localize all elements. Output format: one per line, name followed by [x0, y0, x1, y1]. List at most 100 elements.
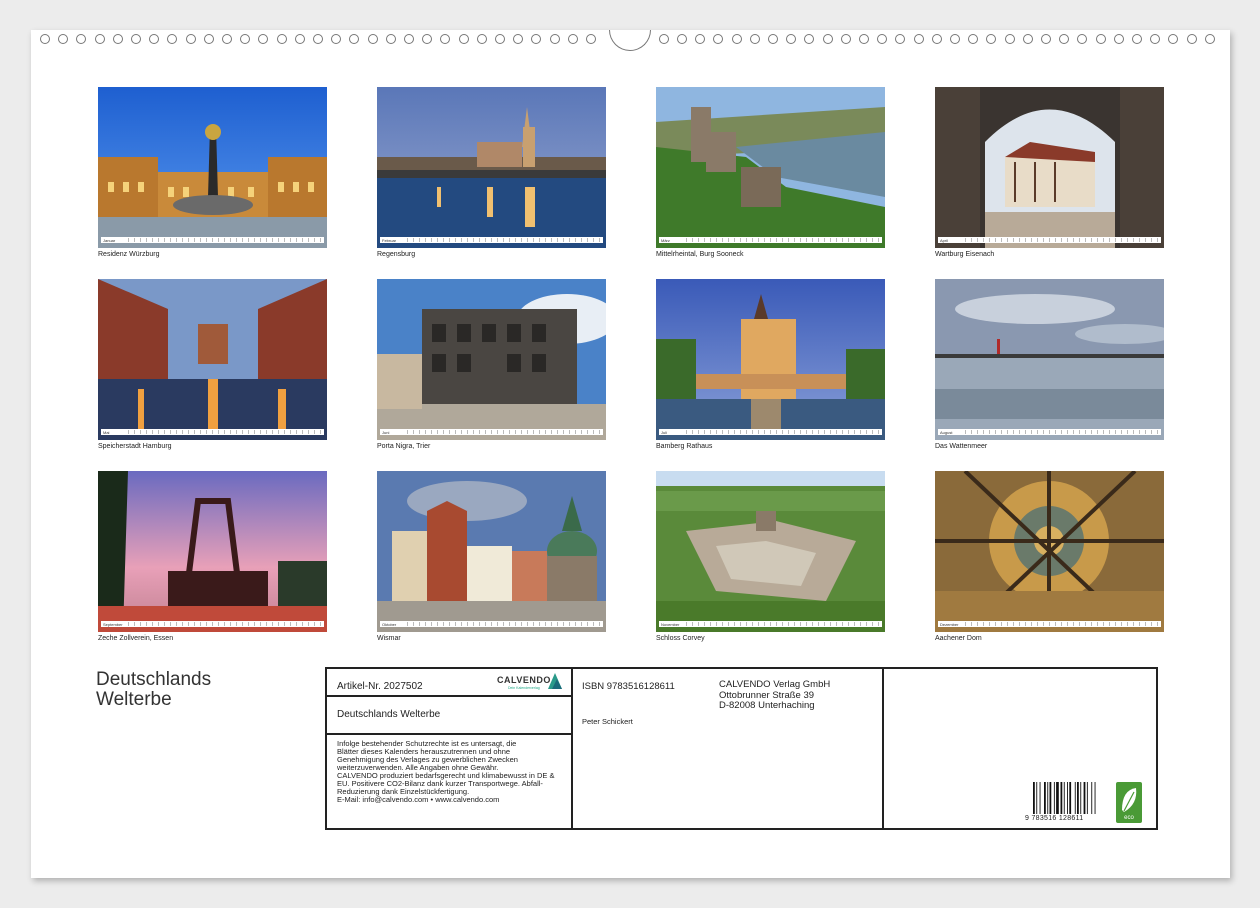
binding-hole [476, 34, 487, 44]
photo-schloss-corvey: November [656, 471, 885, 632]
binding-hole [276, 34, 287, 44]
photo-bamberg: Juli [656, 279, 885, 440]
barcode-bar [1080, 782, 1082, 814]
binding-hole [385, 34, 396, 44]
binding-hole [859, 34, 869, 44]
barcode-bar [1047, 782, 1049, 814]
porta-nigra-image [377, 279, 606, 440]
regensburg-image [377, 87, 606, 248]
binding-hole [203, 34, 214, 44]
photo-caption: Regensburg [377, 251, 416, 258]
binding-hole [513, 34, 524, 44]
binding-hole [531, 34, 542, 44]
binding-hole [331, 34, 342, 44]
aachener-dom-image [935, 471, 1164, 632]
binding-hole [749, 34, 760, 44]
binding-hole [313, 34, 323, 44]
barcode-bar [1044, 782, 1046, 814]
barcode-bar [1091, 782, 1093, 814]
binding-hole [185, 34, 196, 44]
calendar-strip: Oktober [380, 621, 603, 627]
wattenmeer-image [935, 279, 1164, 440]
barcode [1033, 782, 1096, 814]
divider [882, 669, 884, 828]
binding-hole [768, 34, 778, 44]
photo-caption: Mittelrheintal, Burg Sooneck [656, 251, 744, 258]
calendar-strip: April [938, 237, 1161, 243]
binding-hole [349, 34, 360, 44]
binding-hole [1113, 34, 1124, 44]
author: Peter Schickert [582, 717, 633, 726]
binding-hole [1150, 34, 1161, 44]
photo-zeche-zollverein: September [98, 471, 327, 632]
barcode-bar [1033, 782, 1035, 814]
article-number: Artikel-Nr. 2027502 [337, 681, 423, 692]
binding-hole [677, 34, 687, 44]
product-info-box: Artikel-Nr. 2027502 CALVENDO Dein Kalend… [325, 667, 1158, 830]
legal-line: E-Mail: info@calvendo.com • www.calvendo… [337, 795, 500, 804]
title-line-1: Deutschlands [96, 669, 212, 690]
photo-residenz-wuerzburg: Januar [98, 87, 327, 248]
photo-regensburg: Februar [377, 87, 606, 248]
binding-hole [567, 34, 578, 44]
binding-hole [112, 34, 123, 44]
calvendo-logo-icon [548, 673, 562, 689]
binding-hole [713, 34, 724, 44]
photo-caption: Residenz Würzburg [98, 251, 160, 258]
photo-caption: Wismar [377, 635, 401, 642]
binding-hole [968, 34, 979, 44]
binding-hole [167, 34, 178, 44]
binding-hole [495, 34, 505, 44]
publisher-line: D-82008 Unterhaching [719, 700, 815, 711]
barcode-bar [1083, 782, 1086, 814]
photo-porta-nigra: Juni [377, 279, 606, 440]
barcode-bar [1039, 782, 1041, 814]
calendar-strip: November [659, 621, 882, 627]
publisher-line: CALVENDO Verlag GmbH [719, 679, 831, 690]
publisher-address: CALVENDO Verlag GmbH Ottobrunner Straße … [719, 679, 831, 712]
photo-caption: Bamberg Rathaus [656, 443, 713, 450]
calvendo-logo-sub: Dein Kalenderverlag [508, 686, 540, 690]
binding-hole [658, 34, 669, 44]
barcode-bar [1049, 782, 1052, 814]
binding-hole [422, 34, 433, 44]
binding-hole [822, 34, 833, 44]
photo-caption: Zeche Zollverein, Essen [98, 635, 174, 642]
binding-hole [931, 34, 942, 44]
photo-wartburg: April [935, 87, 1164, 248]
legal-notice: Infolge bestehender Schutzrechte ist es … [337, 740, 569, 804]
barcode-bar [1074, 782, 1076, 814]
barcode-bar [1067, 782, 1068, 814]
binding-hole [131, 34, 141, 44]
calendar-strip: Juli [659, 429, 882, 435]
binding-hole [149, 34, 160, 44]
photo-caption: Aachener Dom [935, 635, 982, 642]
photo-wattenmeer: August [935, 279, 1164, 440]
photo-speicherstadt: Mai [98, 279, 327, 440]
binding-hole [586, 34, 596, 44]
barcode-bar [1060, 782, 1063, 814]
barcode-bar [1056, 782, 1059, 814]
calvendo-logo: CALVENDO [497, 675, 551, 685]
binding-hole [695, 34, 706, 44]
binding-hole [840, 34, 851, 44]
barcode-number: 9 783516 128611 [1025, 815, 1084, 822]
binding-hole [986, 34, 997, 44]
binding-hole [94, 34, 105, 44]
binding-hole [1022, 34, 1033, 44]
calendar-strip: August [938, 429, 1161, 435]
photo-caption: Porta Nigra, Trier [377, 443, 431, 450]
eco-label: eco [1124, 815, 1134, 821]
binding-hole [804, 34, 815, 44]
calendar-title: Deutschlands Welterbe [96, 670, 211, 710]
binding-hole [1132, 34, 1142, 44]
residenz-image [98, 87, 327, 248]
wartburg-image [935, 87, 1164, 248]
binding-hole [1095, 34, 1106, 44]
barcode-bar [1053, 782, 1055, 814]
binding-hole [58, 34, 69, 44]
binding-hole [40, 34, 50, 44]
divider [327, 695, 573, 697]
barcode-bar [1094, 782, 1096, 814]
binding-hole [1204, 34, 1215, 44]
